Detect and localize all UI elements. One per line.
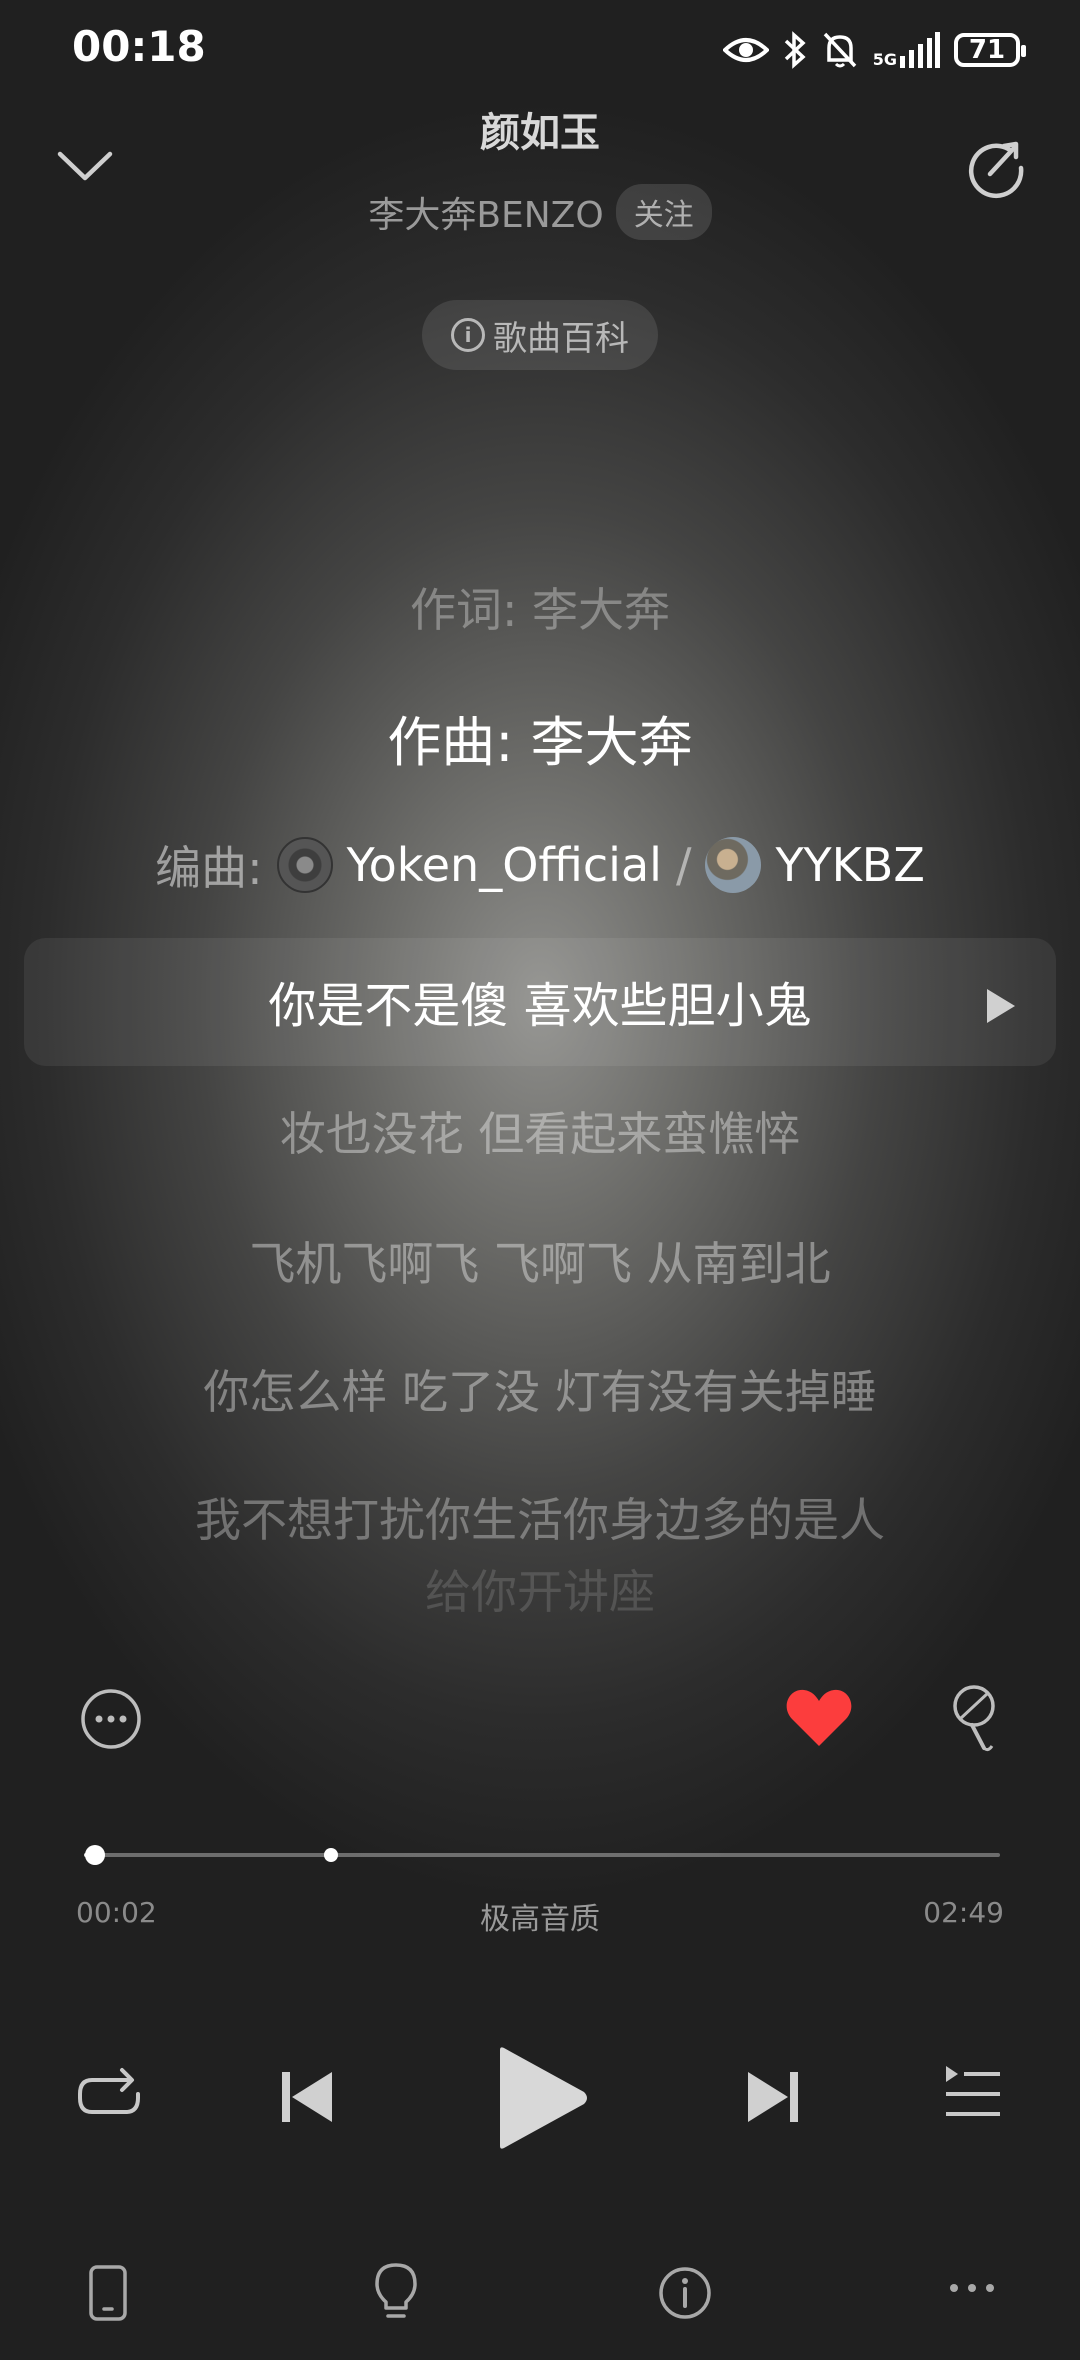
- buffer-marker: [324, 1848, 339, 1862]
- previous-icon[interactable]: [278, 2068, 336, 2126]
- lyric-line[interactable]: 我不想打扰你生活你身边多的是人: [0, 1484, 1080, 1550]
- mute-bell-icon: [823, 32, 857, 68]
- play-from-line-icon[interactable]: [984, 986, 1018, 1026]
- repeat-icon[interactable]: [74, 2064, 144, 2126]
- artist-row: 李大奔BENZO 关注: [0, 184, 1080, 240]
- more-icon[interactable]: [948, 2282, 996, 2294]
- lyricist-credit: 作词: 李大奔: [409, 583, 671, 637]
- lyric-line[interactable]: 妆也没花 但看起来蛮憔悴: [0, 1098, 1080, 1164]
- lyric-line[interactable]: 给你开讲座: [0, 1556, 1080, 1622]
- lyric-line[interactable]: 飞机飞啊飞 飞啊飞 从南到北: [0, 1228, 1080, 1294]
- artist-name[interactable]: 李大奔BENZO: [368, 186, 603, 238]
- song-wiki-button[interactable]: i 歌曲百科: [422, 300, 658, 370]
- playlist-icon[interactable]: [942, 2064, 1004, 2122]
- info-circle-icon: i: [451, 318, 485, 352]
- follow-button[interactable]: 关注: [615, 184, 712, 240]
- arranger-credit: 编曲: Yoken_Official / YYKBZ: [0, 832, 1080, 898]
- arranger-name[interactable]: YYKBZ: [775, 838, 924, 892]
- time-total: 02:49: [923, 1896, 1004, 1929]
- signal-indicator: 5G: [873, 32, 940, 68]
- progress-thumb[interactable]: [84, 1845, 105, 1865]
- arranger-name[interactable]: Yoken_Official: [347, 838, 662, 892]
- more-options-icon[interactable]: [80, 1688, 142, 1750]
- arranger-avatar[interactable]: [276, 837, 333, 893]
- lightbulb-icon[interactable]: [374, 2262, 418, 2322]
- device-icon[interactable]: [88, 2264, 128, 2322]
- heart-icon[interactable]: [784, 1686, 854, 1750]
- quality-label[interactable]: 极高音质: [0, 1894, 1080, 1938]
- arranger-separator: /: [675, 838, 692, 892]
- status-icons: 5G 71: [722, 26, 1026, 74]
- eye-icon: [722, 38, 769, 62]
- arranger-label: 编曲:: [155, 841, 263, 895]
- info-icon[interactable]: [658, 2266, 712, 2320]
- arranger-avatar[interactable]: [705, 837, 762, 893]
- play-icon[interactable]: [494, 2046, 590, 2150]
- signal-bars-icon: [900, 32, 940, 68]
- lyric-line[interactable]: 你怎么样 吃了没 灯有没有关掉睡: [0, 1356, 1080, 1422]
- song-title: 颜如玉: [480, 110, 600, 156]
- status-time: 00:18: [72, 22, 206, 71]
- battery-level: 71: [968, 35, 1006, 65]
- lyric-line-current[interactable]: 你是不是傻 喜欢些胆小鬼: [0, 966, 1080, 1036]
- microphone-icon[interactable]: [944, 1684, 1004, 1754]
- battery-indicator: 71: [954, 33, 1026, 67]
- song-wiki-label: 歌曲百科: [493, 318, 629, 359]
- bluetooth-icon: [784, 31, 806, 69]
- next-icon[interactable]: [744, 2068, 802, 2126]
- network-type: 5G: [872, 50, 897, 69]
- composer-credit: 作曲: 李大奔: [387, 711, 693, 774]
- progress-track[interactable]: [84, 1853, 1000, 1857]
